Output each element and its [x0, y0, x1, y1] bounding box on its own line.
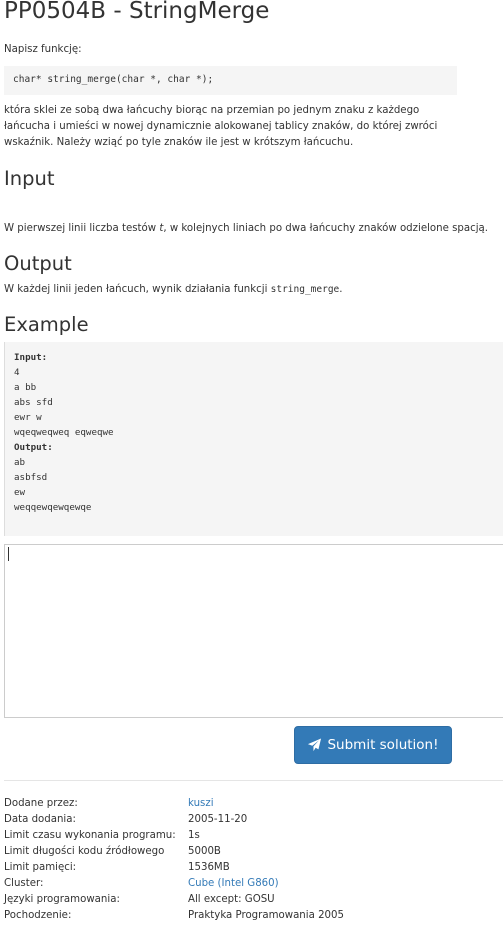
output-heading: Output	[4, 252, 72, 275]
output-text-after: .	[339, 284, 343, 295]
text-caret	[8, 547, 9, 561]
meta-label-time-limit: Limit czasu wykonania programu:	[4, 830, 176, 841]
example-output-line: ab	[14, 457, 26, 468]
example-input-line: wqeqweqweq eqweqwe	[14, 427, 114, 438]
meta-value-time-limit: 1s	[188, 830, 200, 841]
example-box: Input: 4 a bb abs sfd ewr w wqeqweqweq e…	[4, 342, 503, 536]
description: która sklei ze sobą dwa łańcuchy biorąc …	[4, 103, 460, 151]
function-signature: char* string_merge(char *, char *);	[4, 66, 457, 95]
example-input-line: 4	[14, 367, 20, 378]
example-input-line: abs sfd	[14, 397, 53, 408]
cluster-link[interactable]: Cube (Intel G860)	[188, 878, 279, 889]
meta-label-languages: Języki programowania:	[4, 894, 120, 905]
meta-label-code-length: Limit długości kodu źródłowego	[4, 846, 165, 857]
example-output-label: Output:	[14, 442, 53, 453]
output-description: W każdej linii jeden łańcuch, wynik dzia…	[4, 282, 343, 298]
meta-value-date: 2005-11-20	[188, 814, 248, 825]
description-line: która sklei ze sobą dwa łańcuchy biorąc …	[4, 105, 420, 116]
solution-code-editor[interactable]	[4, 544, 503, 718]
submit-solution-button[interactable]: Submit solution!	[294, 726, 452, 764]
example-output-line: asbfsd	[14, 472, 48, 483]
example-output-line: ew	[14, 487, 26, 498]
meta-value-code-length: 5000B	[188, 846, 221, 857]
divider	[4, 780, 503, 781]
output-text-code: string_merge	[270, 284, 340, 295]
page-title: PP0504B - StringMerge	[4, 0, 270, 24]
description-line: łańcucha i umieści w nowej dynamicznie a…	[4, 121, 438, 132]
input-text-before: W pierwszej linii liczba testów	[4, 223, 160, 234]
meta-label-date: Data dodania:	[4, 814, 76, 825]
meta-label-cluster: Cluster:	[4, 878, 44, 889]
meta-label-memory: Limit pamięci:	[4, 862, 77, 873]
example-heading: Example	[4, 313, 89, 336]
description-line: wskaźnik. Należy wziąć po tyle znaków il…	[4, 137, 354, 148]
meta-label-author: Dodane przez:	[4, 798, 78, 809]
intro-text: Napisz funkcję:	[4, 44, 82, 55]
example-input-label: Input:	[14, 352, 48, 363]
example-output-line: weqqewqewqewqe	[14, 502, 92, 513]
meta-value-languages: All except: GOSU	[188, 894, 275, 905]
example-input-line: a bb	[14, 382, 37, 393]
example-input-line: ewr w	[14, 412, 42, 423]
submit-button-label: Submit solution!	[327, 737, 439, 753]
output-text-before: W każdej linii jeden łańcuch, wynik dzia…	[4, 284, 271, 295]
meta-label-origin: Pochodzenie:	[4, 910, 72, 921]
meta-value-origin: Praktyka Programowania 2005	[188, 910, 345, 921]
input-heading: Input	[4, 167, 55, 190]
author-link[interactable]: kuszi	[188, 798, 214, 809]
meta-value-memory: 1536MB	[188, 862, 230, 873]
input-text-after: , w kolejnych liniach po dwa łańcuchy zn…	[163, 223, 489, 234]
paper-plane-icon	[308, 738, 322, 752]
input-description: W pierwszej linii liczba testów t, w kol…	[4, 221, 488, 237]
